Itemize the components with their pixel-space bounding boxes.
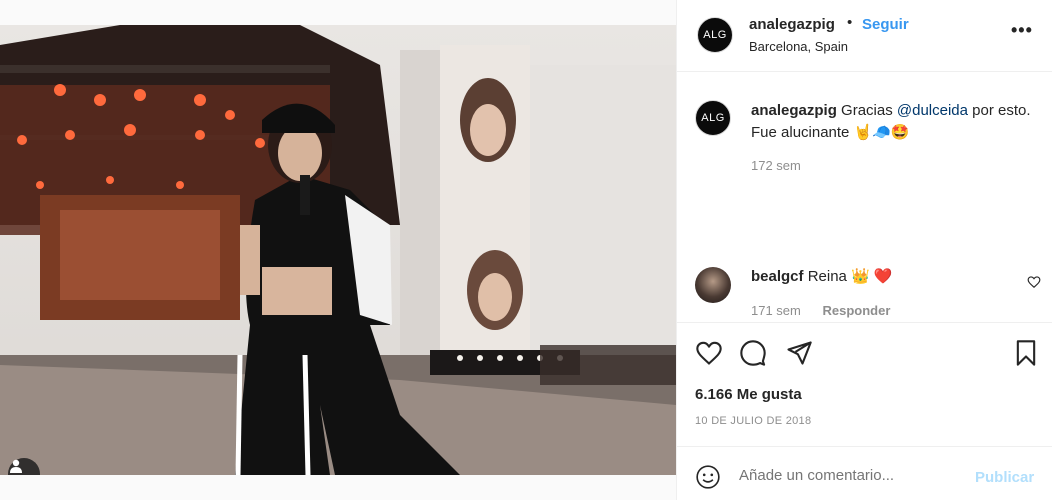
reply-button[interactable]: Responder [823,303,891,318]
comment-meta: 171 sem Responder [751,303,890,318]
avatar[interactable]: ALG [697,17,733,53]
performer-on-stage-photo [0,25,676,475]
comment-timestamp[interactable]: 171 sem [751,303,801,318]
caption-text-before: Gracias [841,102,897,119]
add-comment-bar: Publicar [677,446,1052,500]
share-paper-plane-icon[interactable] [785,339,813,367]
follow-button[interactable]: Seguir [862,16,909,33]
post-location[interactable]: Barcelona, Spain [749,39,848,54]
publish-button[interactable]: Publicar [975,469,1034,486]
post-details-panel: ALG analegazpig • Seguir Barcelona, Spai… [676,0,1052,500]
emoji-smiley-icon[interactable] [695,464,721,490]
separator-dot: • [847,14,853,31]
more-options-icon[interactable]: ••• [1011,20,1033,41]
post-header: ALG analegazpig • Seguir Barcelona, Spai… [677,0,1052,72]
comment-bubble-icon[interactable] [739,339,767,367]
post-date[interactable]: 10 DE JULIO DE 2018 [695,415,811,427]
like-heart-icon[interactable] [695,339,723,367]
commenter-avatar[interactable] [695,267,731,303]
post-actions-bar [677,322,1052,382]
add-comment-input[interactable] [739,467,979,484]
caption-timestamp[interactable]: 172 sem [751,158,801,173]
caption-mention-link[interactable]: @dulceida [897,102,968,119]
comment-like-heart-icon[interactable] [1027,275,1041,289]
caption-text: analegazpig Gracias @dulceida por esto. … [751,100,1033,144]
caption-avatar[interactable]: ALG [695,100,731,136]
comment-body: Reina 👑 ❤️ [807,268,893,285]
author-username[interactable]: analegazpig [749,16,835,33]
comment-text: bealgcf Reina 👑 ❤️ [751,267,893,287]
post-photo[interactable] [0,25,676,475]
save-bookmark-icon[interactable] [1013,339,1039,367]
likes-count[interactable]: 6.166 Me gusta [695,386,802,403]
caption-username[interactable]: analegazpig [751,102,837,119]
comment-username[interactable]: bealgcf [751,268,804,285]
